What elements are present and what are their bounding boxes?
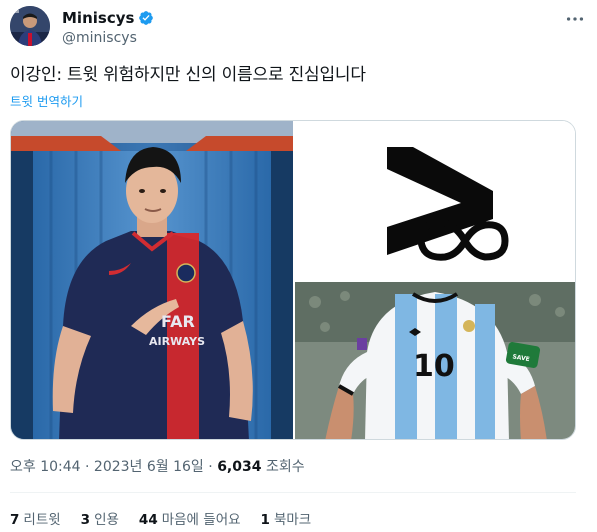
media-photo-left[interactable]: FAR AIRWAYS (11, 121, 293, 439)
views-label: 조회수 (265, 459, 305, 475)
tweet-time[interactable]: 오후 10:44 (10, 459, 81, 475)
avatar[interactable] (10, 6, 50, 46)
likes-stat[interactable]: 44 마음에 들어요 (139, 511, 241, 529)
engagement-stats: 7 리트윗 3 인용 44 마음에 들어요 1 북마크 (10, 511, 311, 529)
player-striped-kit-image: SAVE 10 (295, 282, 575, 439)
quotes-label: 인용 (94, 512, 119, 528)
player-navy-kit-image: FAR AIRWAYS (11, 121, 293, 439)
bookmarks-label: 북마크 (273, 512, 312, 528)
translate-tweet-link[interactable]: 트윗 번역하기 (10, 91, 83, 110)
meta-separator: · (208, 459, 213, 475)
tweet-date[interactable]: 2023년 6월 16일 (94, 459, 204, 475)
tweet-text: 이강인: 트윗 위험하지만 신의 이름으로 진심입니다 (10, 65, 366, 85)
bookmarks-stat[interactable]: 1 북마크 (261, 511, 312, 529)
handle[interactable]: @miniscys (62, 28, 154, 48)
quotes-count: 3 (80, 512, 91, 528)
infinity-logo-image (295, 121, 575, 280)
retweets-label: 리트윗 (23, 512, 61, 528)
likes-label: 마음에 들어요 (161, 512, 241, 528)
avatar-image (10, 6, 50, 46)
quotes-stat[interactable]: 3 인용 (81, 511, 119, 529)
svg-text:AIRWAYS: AIRWAYS (149, 335, 205, 348)
media-grid: FAR AIRWAYS SAVE 10 (10, 120, 576, 440)
display-name[interactable]: Miniscys (62, 9, 134, 27)
media-logo-top-right[interactable] (295, 121, 575, 280)
tweet-meta: 오후 10:44 · 2023년 6월 16일 · 6,034 조회수 (10, 458, 305, 476)
meta-separator: · (85, 459, 90, 475)
media-photo-bottom-right[interactable]: SAVE 10 (295, 282, 575, 439)
display-name-row[interactable]: Miniscys (62, 9, 154, 27)
divider (10, 492, 576, 493)
retweets-stat[interactable]: 7 리트윗 (10, 511, 61, 529)
more-options-icon[interactable] (564, 8, 586, 30)
svg-text:FAR: FAR (161, 312, 195, 331)
bookmarks-count: 1 (260, 512, 270, 528)
views-count: 6,034 (217, 459, 262, 475)
likes-count: 44 (138, 512, 158, 528)
svg-text:10: 10 (413, 349, 455, 384)
retweets-count: 7 (10, 512, 20, 528)
tweet-header: Miniscys @miniscys (10, 6, 590, 50)
verified-badge-icon (139, 11, 154, 25)
